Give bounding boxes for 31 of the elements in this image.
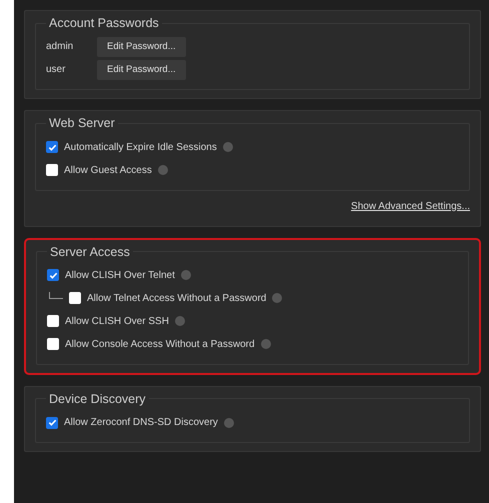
edit-password-button[interactable]: Edit Password...: [97, 36, 186, 57]
checkbox-label: Automatically Expire Idle Sessions: [64, 140, 217, 154]
info-icon[interactable]: [174, 316, 185, 326]
info-icon[interactable]: [260, 339, 271, 350]
advanced-settings-link[interactable]: Show Advanced Settings...: [351, 198, 470, 214]
checkbox[interactable]: [47, 315, 59, 328]
edit-password-button[interactable]: Edit Password...: [97, 60, 186, 80]
checkbox[interactable]: [47, 269, 59, 282]
tree-connector: [49, 292, 63, 300]
checkbox-label: Allow Zeroconf DNS-SD Discovery: [64, 416, 218, 430]
section-title: Device Discovery: [48, 390, 147, 407]
info-icon[interactable]: [224, 418, 234, 428]
checkbox[interactable]: [47, 338, 59, 350]
checkbox-label: Allow CLISH Over SSH: [65, 314, 169, 329]
info-icon[interactable]: [180, 270, 191, 280]
checkbox[interactable]: [46, 164, 58, 176]
section-title: Account Passwords: [48, 15, 160, 32]
username: admin: [46, 40, 74, 54]
section-title: Web Server: [48, 115, 116, 132]
checkbox[interactable]: [46, 141, 58, 153]
checkbox-label: Allow Telnet Access Without a Password: [87, 292, 266, 306]
info-icon[interactable]: [272, 293, 282, 304]
username: user: [46, 63, 66, 78]
checkbox[interactable]: [69, 292, 81, 304]
checkbox-label: Allow Console Access Without a Password: [65, 338, 255, 352]
info-icon[interactable]: [222, 142, 233, 152]
checkbox-label: Allow CLISH Over Telnet: [65, 268, 175, 283]
checkbox-label: Allow Guest Access: [64, 164, 152, 178]
checkbox[interactable]: [46, 416, 58, 428]
section-title: Server Access: [49, 244, 131, 260]
info-icon[interactable]: [158, 165, 168, 175]
